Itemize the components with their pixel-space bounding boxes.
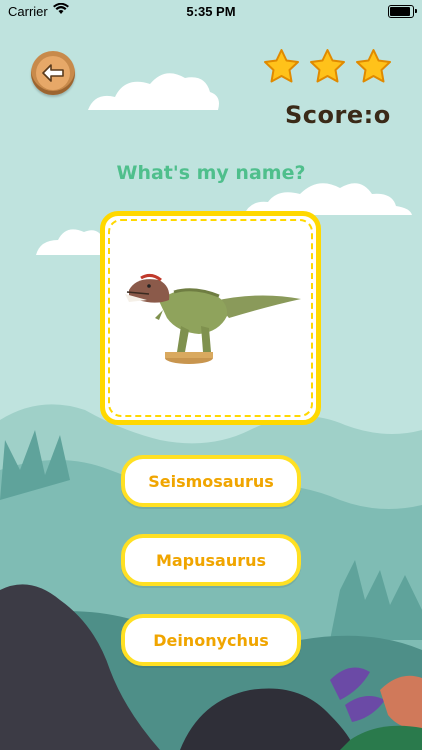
star-icon	[263, 48, 300, 83]
answer-option-button[interactable]: Mapusaurus	[121, 534, 301, 586]
status-time: 5:35 PM	[186, 4, 236, 19]
status-bar: Carrier 5:35 PM	[0, 0, 422, 22]
question-title: What's my name?	[116, 162, 306, 184]
back-button[interactable]	[31, 51, 75, 95]
battery-icon	[388, 5, 414, 18]
star-icon	[309, 48, 346, 83]
back-arrow-icon	[42, 64, 64, 82]
dinosaur-toy-image	[125, 273, 301, 364]
star-icon	[355, 48, 392, 83]
dinosaur-picture-card	[100, 211, 321, 425]
star-rating	[263, 48, 392, 83]
answer-option-button[interactable]: Seismosaurus	[121, 455, 301, 507]
battery-tip	[415, 9, 417, 13]
score-label: Score:o	[285, 101, 391, 129]
answer-option-button[interactable]: Deinonychus	[121, 614, 301, 666]
